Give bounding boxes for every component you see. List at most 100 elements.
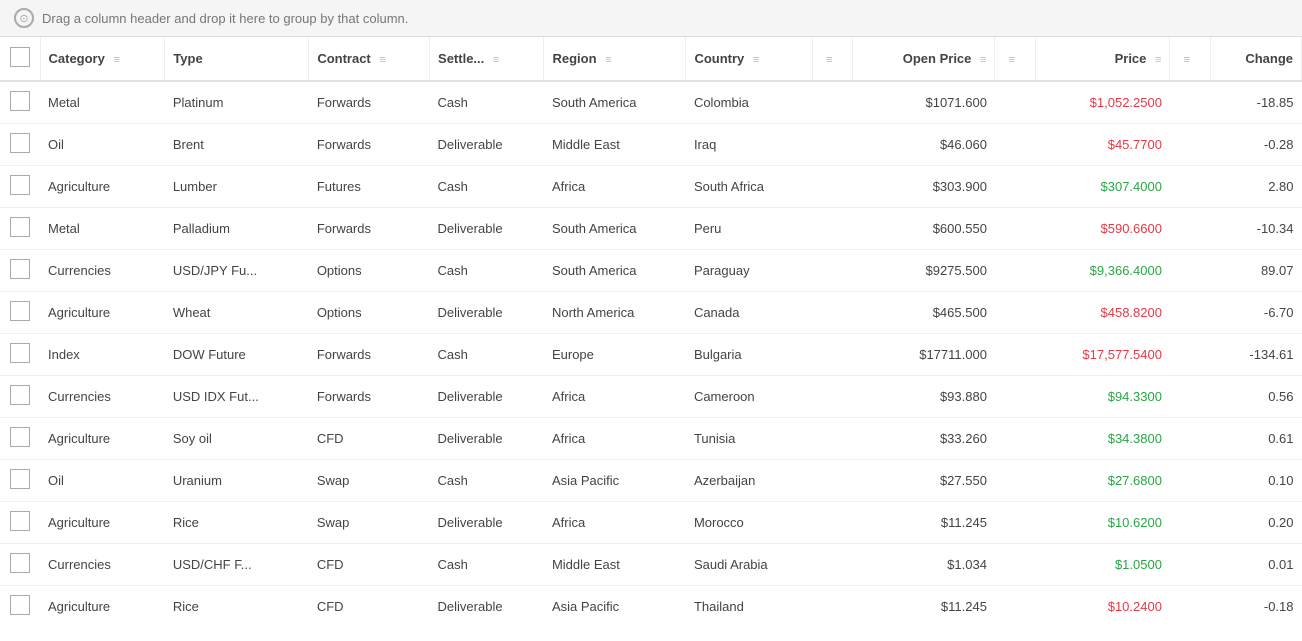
row-category: Oil	[40, 124, 165, 166]
col-category-filter-icon[interactable]: ≡	[113, 54, 119, 66]
drag-hint-bar: ⊙ Drag a column header and drop it here …	[0, 0, 1302, 37]
col-open-price-filter-icon[interactable]: ≡	[980, 54, 986, 66]
row-category: Oil	[40, 460, 165, 502]
row-checkbox[interactable]	[10, 595, 30, 615]
row-settle: Cash	[430, 544, 544, 586]
row-country: Saudi Arabia	[686, 544, 813, 586]
row-checkbox-cell	[0, 250, 40, 292]
row-country: Bulgaria	[686, 334, 813, 376]
row-extra3	[1170, 250, 1210, 292]
row-checkbox[interactable]	[10, 301, 30, 321]
row-extra	[813, 544, 853, 586]
col-checkbox	[0, 37, 40, 81]
row-open-price: $11.245	[853, 586, 995, 618]
row-change: 89.07	[1210, 250, 1301, 292]
row-price: $27.6800	[1035, 460, 1170, 502]
col-extra-filter-icon[interactable]: ≡	[826, 54, 832, 66]
col-contract-filter-icon[interactable]: ≡	[379, 54, 385, 66]
row-settle: Cash	[430, 250, 544, 292]
row-checkbox[interactable]	[10, 91, 30, 111]
table-container: Category ≡ Type Contract ≡ Settle... ≡ R…	[0, 37, 1302, 617]
row-category: Agriculture	[40, 166, 165, 208]
col-extra: ≡	[813, 37, 853, 81]
row-checkbox[interactable]	[10, 259, 30, 279]
row-type: Brent	[165, 124, 309, 166]
row-type: USD/JPY Fu...	[165, 250, 309, 292]
row-category: Agriculture	[40, 292, 165, 334]
col-price-label: Price	[1115, 51, 1147, 66]
row-settle: Cash	[430, 460, 544, 502]
row-extra	[813, 292, 853, 334]
row-extra3	[1170, 460, 1210, 502]
row-country: Cameroon	[686, 376, 813, 418]
row-country: South Africa	[686, 166, 813, 208]
row-open-price: $9275.500	[853, 250, 995, 292]
row-change: 0.20	[1210, 502, 1301, 544]
row-contract: CFD	[309, 544, 430, 586]
row-checkbox[interactable]	[10, 511, 30, 531]
row-country: Canada	[686, 292, 813, 334]
table-row: OilUraniumSwapCashAsia PacificAzerbaijan…	[0, 460, 1302, 502]
row-extra3	[1170, 292, 1210, 334]
col-extra3-filter-icon[interactable]: ≡	[1183, 54, 1189, 66]
row-price: $94.3300	[1035, 376, 1170, 418]
row-contract: Forwards	[309, 81, 430, 124]
col-region-label: Region	[552, 51, 596, 66]
row-category: Agriculture	[40, 586, 165, 618]
row-extra3	[1170, 334, 1210, 376]
table-row: AgricultureRiceSwapDeliverableAfricaMoro…	[0, 502, 1302, 544]
col-settle-filter-icon[interactable]: ≡	[493, 54, 499, 66]
row-checkbox[interactable]	[10, 469, 30, 489]
row-price: $34.3800	[1035, 418, 1170, 460]
row-change: -0.18	[1210, 586, 1301, 618]
row-type: Palladium	[165, 208, 309, 250]
col-price-filter-icon[interactable]: ≡	[1155, 54, 1161, 66]
col-country-filter-icon[interactable]: ≡	[753, 54, 759, 66]
row-checkbox[interactable]	[10, 217, 30, 237]
row-extra	[813, 376, 853, 418]
col-category-label: Category	[49, 51, 105, 66]
row-checkbox[interactable]	[10, 427, 30, 447]
row-checkbox[interactable]	[10, 553, 30, 573]
row-change: -134.61	[1210, 334, 1301, 376]
row-checkbox[interactable]	[10, 343, 30, 363]
col-change: Change	[1210, 37, 1301, 81]
row-change: -18.85	[1210, 81, 1301, 124]
row-price: $10.2400	[1035, 586, 1170, 618]
header-checkbox[interactable]	[10, 47, 30, 67]
row-checkbox[interactable]	[10, 133, 30, 153]
row-settle: Cash	[430, 166, 544, 208]
row-category: Currencies	[40, 544, 165, 586]
row-extra	[813, 502, 853, 544]
row-category: Metal	[40, 81, 165, 124]
row-region: Africa	[544, 376, 686, 418]
row-type: Lumber	[165, 166, 309, 208]
row-extra2	[995, 460, 1035, 502]
row-category: Currencies	[40, 250, 165, 292]
row-checkbox[interactable]	[10, 385, 30, 405]
row-settle: Deliverable	[430, 292, 544, 334]
row-change: 0.01	[1210, 544, 1301, 586]
row-settle: Deliverable	[430, 586, 544, 618]
row-open-price: $465.500	[853, 292, 995, 334]
row-extra2	[995, 124, 1035, 166]
row-extra	[813, 166, 853, 208]
row-contract: Options	[309, 250, 430, 292]
row-extra2	[995, 334, 1035, 376]
row-price: $17,577.5400	[1035, 334, 1170, 376]
row-extra2	[995, 418, 1035, 460]
col-region-filter-icon[interactable]: ≡	[605, 54, 611, 66]
row-country: Tunisia	[686, 418, 813, 460]
row-checkbox[interactable]	[10, 175, 30, 195]
col-change-label: Change	[1245, 51, 1293, 66]
row-extra2	[995, 376, 1035, 418]
col-country-label: Country	[694, 51, 744, 66]
row-extra3	[1170, 418, 1210, 460]
table-row: MetalPlatinumForwardsCashSouth AmericaCo…	[0, 81, 1302, 124]
row-type: Uranium	[165, 460, 309, 502]
col-extra2-filter-icon[interactable]: ≡	[1008, 54, 1014, 66]
table-row: CurrenciesUSD/CHF F...CFDCashMiddle East…	[0, 544, 1302, 586]
row-type: USD/CHF F...	[165, 544, 309, 586]
row-open-price: $303.900	[853, 166, 995, 208]
row-open-price: $93.880	[853, 376, 995, 418]
